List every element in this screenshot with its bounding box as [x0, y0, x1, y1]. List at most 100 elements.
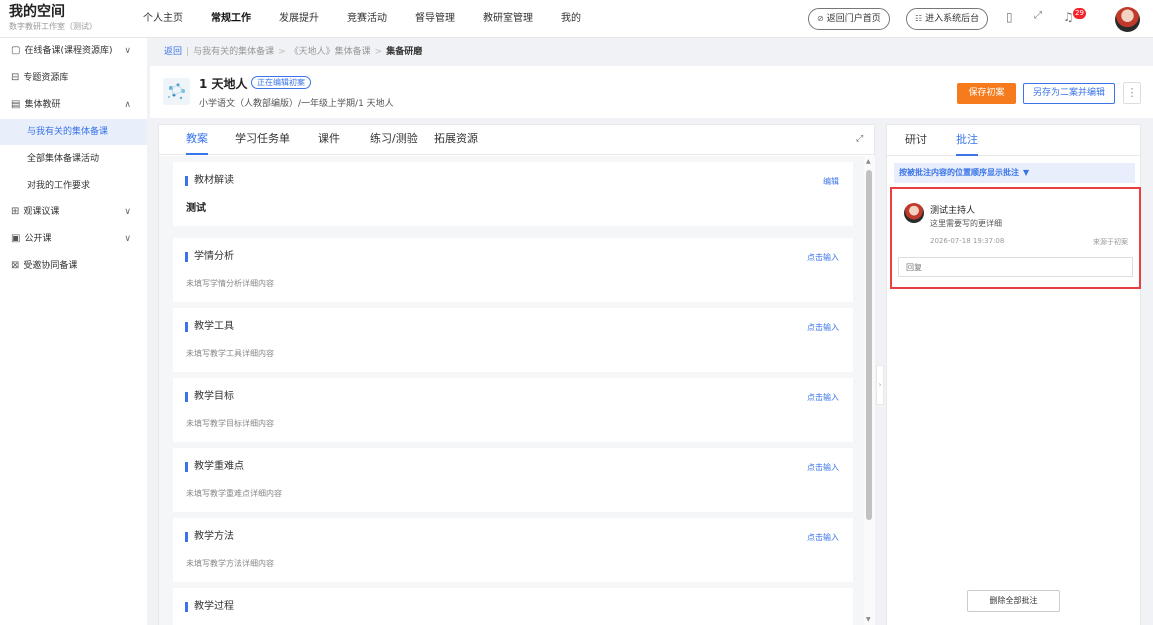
- chevron-down-icon: ∨: [124, 46, 131, 56]
- section-title: 教学方法: [185, 532, 234, 542]
- sidebar-item-invited-prep[interactable]: ⊠ 受邀协同备课: [0, 253, 147, 279]
- section-input-link[interactable]: 点击输入: [807, 392, 839, 403]
- brand-subtitle: 数字教研工作室（测试）: [9, 22, 97, 31]
- return-portal-button[interactable]: ⊘ 返回门户首页: [808, 8, 890, 30]
- annotation-panel: 研讨 批注 按被批注内容的位置顺序显示批注 ▼ 测试主持人 这里需要写的更详细 2…: [886, 124, 1141, 625]
- nav-item-competition[interactable]: 竞赛活动: [347, 0, 387, 38]
- scrollbar-thumb[interactable]: [866, 170, 872, 520]
- annotation-sort-dropdown[interactable]: 按被批注内容的位置顺序显示批注 ▼: [894, 163, 1135, 183]
- section-teaching-methods: 教学方法 点击输入 未填写教学方法详细内容: [173, 518, 853, 582]
- section-input-link[interactable]: 点击输入: [807, 252, 839, 263]
- sidebar-item-collective-research[interactable]: ▤ 集体教研 ∧: [0, 92, 147, 118]
- content-scrollbar[interactable]: ▲ ▼: [864, 156, 875, 625]
- tab-learning-tasks[interactable]: 学习任务单: [235, 125, 290, 153]
- sidebar-item-label: 专题资源库: [23, 73, 69, 83]
- section-title: 教学目标: [185, 392, 234, 402]
- content-tabs: 教案 学习任务单 课件 练习/测验 拓展资源 ⤢: [159, 125, 874, 155]
- tab-discussion[interactable]: 研讨: [905, 125, 927, 154]
- nav-item-mine[interactable]: 我的: [561, 0, 581, 38]
- section-placeholder: 未填写教学工具详细内容: [186, 349, 274, 358]
- section-input-link[interactable]: 点击输入: [807, 532, 839, 543]
- section-input-link[interactable]: 点击输入: [807, 322, 839, 333]
- section-placeholder: 未填写教学方法详细内容: [186, 559, 274, 568]
- section-teaching-process: 教学过程: [173, 588, 853, 625]
- breadcrumb-path-1[interactable]: 与我有关的集体备课: [193, 47, 274, 57]
- sidebar-item-open-class[interactable]: ▣ 公开课 ∨: [0, 226, 147, 252]
- section-edit-link[interactable]: 编辑: [823, 176, 839, 187]
- nav-item-development[interactable]: 发展提升: [279, 0, 319, 38]
- lesson-header: 1 天地人 正在编辑初案 小学语文（人教部编版）/一年级上学期/1 天地人 保存…: [150, 66, 1153, 118]
- section-title: 教材解读: [185, 176, 234, 186]
- fullscreen-icon[interactable]: ⤢: [1034, 10, 1042, 21]
- lesson-subtitle: 小学语文（人教部编版）/一年级上学期/1 天地人: [199, 99, 394, 109]
- breadcrumb: 返回 | 与我有关的集体备课 > 《天地人》集体备课 > 集备研磨: [164, 47, 423, 57]
- enter-admin-label: 进入系统后台: [925, 14, 980, 24]
- section-teaching-tools: 教学工具 点击输入 未填写教学工具详细内容: [173, 308, 853, 372]
- breadcrumb-path-2[interactable]: 《天地人》集体备课: [290, 47, 371, 57]
- annotation-source[interactable]: 来源于初案: [1093, 237, 1128, 247]
- section-textbook-analysis: 教材解读 编辑 测试: [173, 162, 853, 226]
- mobile-icon[interactable]: ▯: [1006, 10, 1013, 24]
- enter-admin-button[interactable]: ☷ 进入系统后台: [906, 8, 989, 30]
- expand-icon[interactable]: ⤢: [856, 134, 863, 144]
- user-avatar[interactable]: [1115, 7, 1140, 32]
- return-portal-label: 返回门户首页: [826, 14, 881, 24]
- sidebar: ▢ 在线备课(课程资源库) ∨ ⊟ 专题资源库 ▤ 集体教研 ∧ 与我有关的集体备课 全部…: [0, 38, 147, 625]
- lesson-title: 1 天地人: [199, 77, 248, 91]
- section-title: 教学重难点: [185, 462, 244, 472]
- avatar: [904, 203, 924, 223]
- top-bar: 我的空间 数字教研工作室（测试） 个人主页 常规工作 发展提升 竞赛活动 督导管…: [0, 0, 1153, 38]
- sidebar-item-label: 集体教研: [24, 100, 61, 110]
- folder-icon: ⊟: [11, 72, 20, 83]
- sidebar-item-topic-library[interactable]: ⊟ 专题资源库: [0, 65, 147, 91]
- section-key-difficulties: 教学重难点 点击输入 未填写教学重难点详细内容: [173, 448, 853, 512]
- video-icon: ▣: [11, 233, 21, 244]
- main-nav: 个人主页 常规工作 发展提升 竞赛活动 督导管理 教研室管理 我的: [143, 0, 609, 38]
- annotation-author: 测试主持人: [930, 206, 976, 216]
- breadcrumb-back-link[interactable]: 返回: [164, 47, 182, 57]
- nav-item-supervision[interactable]: 督导管理: [415, 0, 455, 38]
- section-input-link[interactable]: 点击输入: [807, 462, 839, 473]
- nav-item-routine-work[interactable]: 常规工作: [211, 0, 251, 38]
- save-draft-button[interactable]: 保存初案: [957, 83, 1016, 104]
- sidebar-item-online-prep[interactable]: ▢ 在线备课(课程资源库) ∨: [0, 38, 147, 64]
- nav-item-research-office[interactable]: 教研室管理: [483, 0, 533, 38]
- section-placeholder: 未填写教学目标详细内容: [186, 419, 274, 428]
- nav-item-home[interactable]: 个人主页: [143, 0, 183, 38]
- chevron-down-icon: ∨: [124, 234, 131, 244]
- lesson-thumbnail-graphic: [168, 83, 185, 100]
- tab-courseware[interactable]: 课件: [318, 125, 340, 153]
- chevron-up-icon: ∧: [124, 100, 131, 110]
- brand-title: 我的空间: [9, 4, 65, 20]
- tab-lesson-plan[interactable]: 教案: [186, 125, 208, 155]
- annotation-card: 测试主持人 这里需要写的更详细 2026-07-18 19:37:08 来源于初…: [890, 187, 1141, 289]
- brand[interactable]: 我的空间 数字教研工作室（测试）: [9, 3, 97, 33]
- caret-down-icon: ▼: [1023, 168, 1030, 177]
- section-content[interactable]: 测试: [186, 199, 206, 214]
- lesson-thumbnail: [163, 78, 190, 105]
- chevron-down-icon: ∨: [124, 207, 131, 217]
- sidebar-subitem-all-prep[interactable]: 全部集体备课活动: [0, 146, 147, 172]
- save-as-second-draft-button[interactable]: 另存为二案并编辑: [1023, 83, 1115, 104]
- sidebar-item-label: 在线备课(课程资源库): [24, 46, 113, 56]
- list-icon: ▤: [11, 99, 21, 110]
- sidebar-subitem-related-prep[interactable]: 与我有关的集体备课: [0, 119, 147, 145]
- section-title: 学情分析: [185, 252, 234, 262]
- more-options-button[interactable]: ⋮: [1123, 82, 1141, 104]
- scroll-down-arrow-icon[interactable]: ▼: [866, 616, 871, 623]
- tab-extended-resources[interactable]: 拓展资源: [434, 125, 478, 153]
- sidebar-subitem-work-requirements[interactable]: 对我的工作要求: [0, 173, 147, 199]
- notification-badge: 29: [1073, 8, 1086, 19]
- tab-exercises[interactable]: 练习/测验: [370, 125, 418, 153]
- panel-collapse-handle[interactable]: ›: [876, 365, 884, 405]
- section-placeholder: 未填写学情分析详细内容: [186, 279, 274, 288]
- admin-icon: ☷: [915, 14, 923, 23]
- scroll-up-arrow-icon[interactable]: ▲: [866, 158, 871, 165]
- tab-annotations[interactable]: 批注: [956, 125, 978, 156]
- delete-all-annotations-button[interactable]: 删除全部批注: [967, 590, 1060, 612]
- sidebar-item-lesson-observation[interactable]: ⊞ 观课议课 ∨: [0, 199, 147, 225]
- sections-list: 教材解读 编辑 测试 学情分析 点击输入 未填写学情分析详细内容 教学工具 点击…: [159, 156, 864, 625]
- reply-input[interactable]: [898, 257, 1133, 277]
- section-teaching-goals: 教学目标 点击输入 未填写教学目标详细内容: [173, 378, 853, 442]
- annotation-timestamp: 2026-07-18 19:37:08: [930, 237, 1005, 245]
